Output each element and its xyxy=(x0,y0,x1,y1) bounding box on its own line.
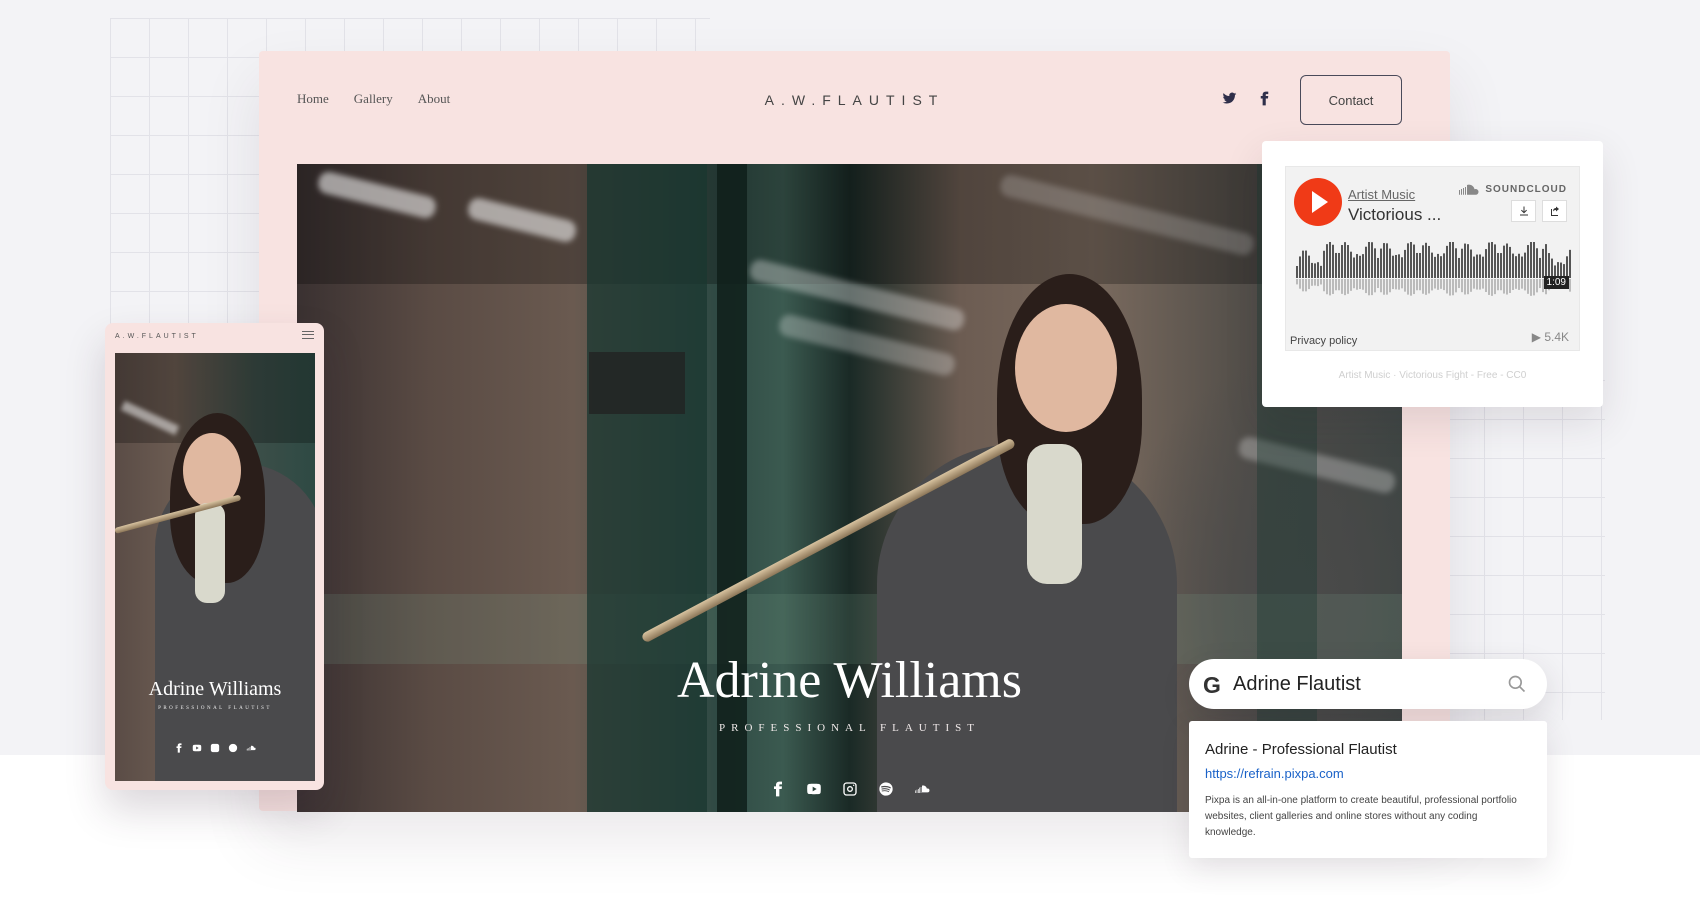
soundcloud-track-title[interactable]: Victorious ... xyxy=(1348,205,1441,225)
contact-button[interactable]: Contact xyxy=(1300,75,1402,125)
twitter-icon[interactable] xyxy=(1222,91,1237,111)
google-g-icon: G xyxy=(1203,672,1221,698)
search-query[interactable]: Adrine Flautist xyxy=(1233,673,1361,696)
mobile-hero-image: Adrine Williams PROFESSIONAL FLAUTIST xyxy=(115,353,315,781)
download-icon[interactable] xyxy=(1511,200,1536,222)
share-icon[interactable] xyxy=(1542,200,1567,222)
soundcloud-brand-label: SOUNDCLOUD xyxy=(1485,183,1567,195)
mobile-social-links xyxy=(115,743,315,753)
search-result-url[interactable]: https://refrain.pixpa.com xyxy=(1205,766,1344,781)
facebook-icon[interactable] xyxy=(770,781,786,797)
soundcloud-icon[interactable] xyxy=(246,743,256,753)
mobile-preview: A.W.FLAUTIST Adrine Williams PROFESSIONA… xyxy=(105,323,324,790)
search-result-card: Adrine - Professional Flautist https://r… xyxy=(1189,721,1547,858)
spotify-icon[interactable] xyxy=(228,743,238,753)
mobile-brand: A.W.FLAUTIST xyxy=(115,333,199,340)
play-button[interactable] xyxy=(1294,178,1342,226)
instagram-icon[interactable] xyxy=(842,781,858,797)
soundcloud-caption[interactable]: Artist Music · Victorious Fight - Free -… xyxy=(1262,370,1603,381)
soundcloud-duration: 1:09 xyxy=(1543,276,1569,289)
soundcloud-player: Artist Music Victorious ... SOUNDCLOUD 1… xyxy=(1285,166,1580,351)
mobile-hero-subtitle: PROFESSIONAL FLAUTIST xyxy=(158,706,272,711)
youtube-icon[interactable] xyxy=(806,781,822,797)
soundcloud-actions xyxy=(1511,200,1567,222)
hero-image xyxy=(297,164,1402,812)
facebook-icon[interactable] xyxy=(174,743,184,753)
instagram-icon[interactable] xyxy=(210,743,220,753)
search-result-title[interactable]: Adrine - Professional Flautist xyxy=(1205,741,1397,758)
search-bar[interactable]: G Adrine Flautist xyxy=(1189,659,1547,709)
soundcloud-icon[interactable] xyxy=(914,781,930,797)
hamburger-menu-icon[interactable] xyxy=(302,331,314,339)
header-social-links xyxy=(1222,91,1272,111)
youtube-icon[interactable] xyxy=(192,743,202,753)
privacy-policy-link[interactable]: Privacy policy xyxy=(1290,335,1357,347)
mobile-hero-title: Adrine Williams xyxy=(148,678,282,700)
soundcloud-logo[interactable]: SOUNDCLOUD xyxy=(1457,183,1567,195)
search-result-description: Pixpa is an all-in-one platform to creat… xyxy=(1205,795,1517,838)
facebook-icon[interactable] xyxy=(1257,91,1272,111)
soundcloud-artist-link[interactable]: Artist Music xyxy=(1348,187,1415,202)
search-icon[interactable] xyxy=(1507,674,1527,694)
play-count: ▶ 5.4K xyxy=(1531,330,1569,344)
soundcloud-widget: Artist Music Victorious ... SOUNDCLOUD 1… xyxy=(1262,141,1603,407)
spotify-icon[interactable] xyxy=(878,781,894,797)
soundcloud-waveform[interactable] xyxy=(1296,242,1571,302)
